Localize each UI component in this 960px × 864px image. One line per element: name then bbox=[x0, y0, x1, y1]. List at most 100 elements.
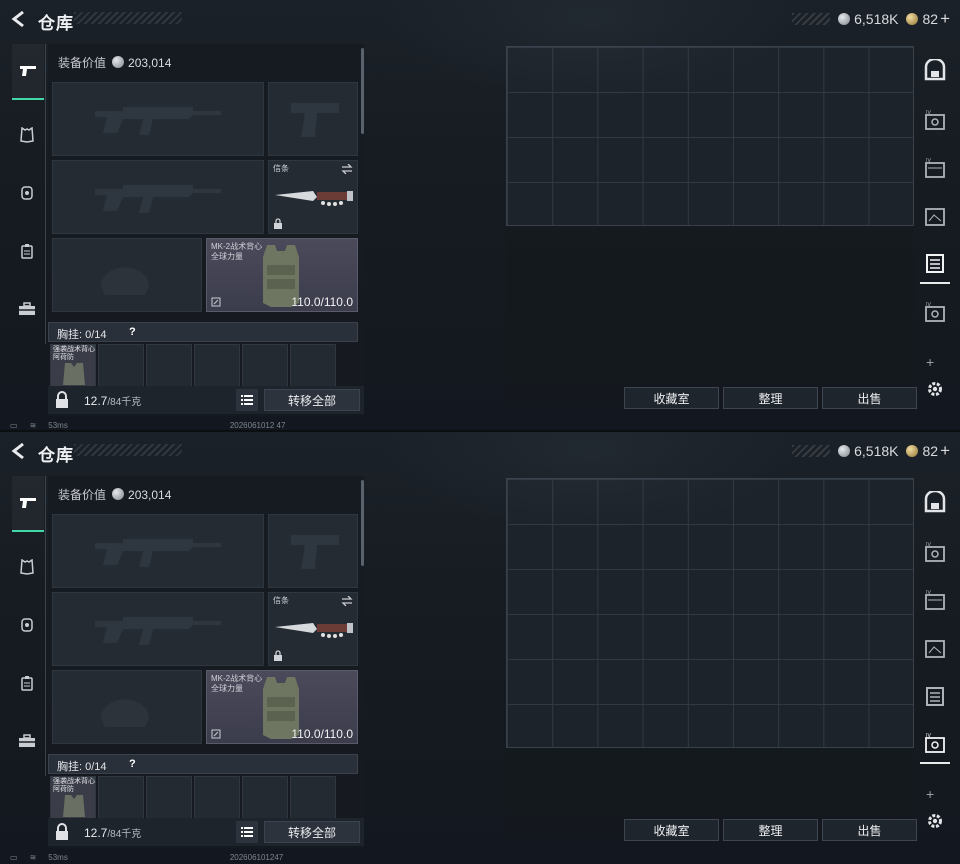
sell-button[interactable]: 出售 bbox=[822, 819, 917, 841]
loadout-scrollbar[interactable] bbox=[361, 48, 364, 134]
stash-grid[interactable] bbox=[506, 478, 914, 748]
sell-button[interactable]: 出售 bbox=[822, 387, 917, 409]
add-stash-tab-button[interactable]: + bbox=[926, 354, 934, 370]
rig-slot[interactable]: 强袭战术背心 阿荷防 bbox=[50, 776, 96, 820]
organize-button[interactable]: 整理 bbox=[723, 819, 818, 841]
rig-slot[interactable] bbox=[194, 344, 240, 388]
stash-tab-safe[interactable] bbox=[920, 50, 950, 90]
rig-slot[interactable] bbox=[290, 776, 336, 820]
container-icon: IV bbox=[925, 302, 945, 322]
stash-tab-safe[interactable] bbox=[920, 482, 950, 522]
category-tools[interactable] bbox=[12, 726, 42, 756]
primary-weapon-slot[interactable] bbox=[52, 514, 264, 588]
rig-slot[interactable] bbox=[98, 344, 144, 388]
sidearm-slot[interactable] bbox=[268, 82, 358, 156]
loadout-scrollbar[interactable] bbox=[361, 480, 364, 566]
list-icon bbox=[241, 395, 253, 405]
collection-button[interactable]: 收藏室 bbox=[624, 819, 719, 841]
gear-icon bbox=[928, 382, 942, 396]
sidearm-slot[interactable] bbox=[268, 514, 358, 588]
swap-icon[interactable] bbox=[341, 596, 353, 606]
organize-button[interactable]: 整理 bbox=[723, 387, 818, 409]
rifle-placeholder-icon bbox=[95, 539, 221, 567]
rig-slot[interactable] bbox=[146, 344, 192, 388]
category-rail bbox=[8, 44, 46, 344]
melee-slot[interactable]: 信条 bbox=[268, 592, 358, 666]
battery-icon: ▭ bbox=[10, 853, 18, 862]
armor-vest-slot[interactable]: MK-2战术背心 全球力量 110.0/110.0 bbox=[206, 670, 358, 744]
category-backpack[interactable] bbox=[12, 668, 42, 698]
melee-slot[interactable]: 信条 bbox=[268, 160, 358, 234]
container-icon bbox=[926, 254, 944, 273]
category-armor[interactable] bbox=[12, 552, 42, 582]
add-currency-button[interactable]: + bbox=[940, 441, 950, 460]
rifle-placeholder-icon bbox=[95, 617, 221, 645]
lock-icon[interactable] bbox=[54, 391, 70, 409]
ping-value: 53ms bbox=[48, 853, 68, 862]
stash-tab-container-selected[interactable] bbox=[920, 244, 950, 284]
transfer-all-button[interactable]: 转移全部 bbox=[264, 389, 360, 411]
lock-icon[interactable] bbox=[54, 823, 70, 841]
primary-weapon-slot[interactable] bbox=[52, 82, 264, 156]
collection-button[interactable]: 收藏室 bbox=[624, 387, 719, 409]
loadout-panel: 装备价值 203,014 信条 MK-2战术背心 全球力量 110.0/110.0 … bbox=[48, 44, 364, 416]
stash-tab-container[interactable] bbox=[920, 196, 950, 236]
help-icon[interactable]: ? bbox=[129, 758, 136, 770]
add-currency-button[interactable]: + bbox=[940, 9, 950, 28]
rig-slot[interactable] bbox=[290, 344, 336, 388]
back-button[interactable] bbox=[8, 8, 30, 30]
helmet-slot[interactable] bbox=[52, 238, 202, 312]
stash-grid[interactable] bbox=[506, 46, 914, 226]
stash-tab-container[interactable]: IV bbox=[920, 292, 950, 332]
backpack-icon bbox=[21, 244, 33, 259]
rig-slot[interactable] bbox=[194, 776, 240, 820]
category-backpack[interactable] bbox=[12, 236, 42, 266]
stash-tab-container[interactable]: IV bbox=[920, 580, 950, 620]
category-helmet[interactable] bbox=[12, 178, 42, 208]
title-decoration bbox=[74, 12, 182, 24]
gold-coin-icon bbox=[906, 13, 919, 25]
category-helmet[interactable] bbox=[12, 610, 42, 640]
category-weapons[interactable] bbox=[12, 476, 44, 532]
stash-tab-container[interactable]: IV bbox=[920, 148, 950, 188]
help-icon[interactable]: ? bbox=[129, 326, 136, 338]
secondary-weapon-slot[interactable] bbox=[52, 592, 264, 666]
gear-icon bbox=[928, 814, 942, 828]
chest-rig-slots: 强袭战术背心 阿荷防 bbox=[50, 776, 336, 820]
gold-balance[interactable]: 82 + bbox=[906, 9, 950, 29]
settings-button[interactable] bbox=[926, 812, 944, 835]
transfer-all-button[interactable]: 转移全部 bbox=[264, 821, 360, 843]
secondary-weapon-slot[interactable] bbox=[52, 160, 264, 234]
external-link-icon[interactable] bbox=[211, 297, 221, 307]
swap-icon[interactable] bbox=[341, 164, 353, 174]
stash-tab-container[interactable]: IV bbox=[920, 532, 950, 572]
category-weapons[interactable] bbox=[12, 44, 44, 100]
helmet-slot[interactable] bbox=[52, 670, 202, 744]
list-view-button[interactable] bbox=[236, 389, 258, 411]
svg-text:IV: IV bbox=[926, 733, 931, 739]
rig-slot[interactable]: 强袭战术背心 阿荷防 bbox=[50, 344, 96, 388]
armor-vest-slot[interactable]: MK-2战术背心 全球力量 110.0/110.0 bbox=[206, 238, 358, 312]
rig-slot[interactable] bbox=[242, 776, 288, 820]
stash-tab-container[interactable] bbox=[920, 628, 950, 668]
stash-tab-container-selected[interactable]: IV bbox=[920, 724, 950, 764]
back-button[interactable] bbox=[8, 440, 30, 462]
carry-weight: 12.7/84千克 bbox=[84, 394, 142, 408]
stash-empty-area bbox=[506, 226, 914, 412]
list-view-button[interactable] bbox=[236, 821, 258, 843]
pistol-icon bbox=[20, 66, 36, 76]
stash-tab-container[interactable]: IV bbox=[920, 100, 950, 140]
external-link-icon[interactable] bbox=[211, 729, 221, 739]
knife-icon bbox=[275, 191, 353, 206]
silver-balance: 6,518K bbox=[838, 443, 898, 459]
gold-balance[interactable]: 82 + bbox=[906, 441, 950, 461]
rig-slot[interactable] bbox=[242, 344, 288, 388]
warehouse-screen-top: 仓库 6,518K 82 + 装备价值 203,014 信条 MK-2战术背心 … bbox=[0, 0, 960, 432]
rig-slot[interactable] bbox=[146, 776, 192, 820]
add-stash-tab-button[interactable]: + bbox=[926, 786, 934, 802]
category-tools[interactable] bbox=[12, 294, 42, 324]
category-armor[interactable] bbox=[12, 120, 42, 150]
rig-slot[interactable] bbox=[98, 776, 144, 820]
settings-button[interactable] bbox=[926, 380, 944, 403]
stash-tab-container[interactable] bbox=[920, 676, 950, 716]
